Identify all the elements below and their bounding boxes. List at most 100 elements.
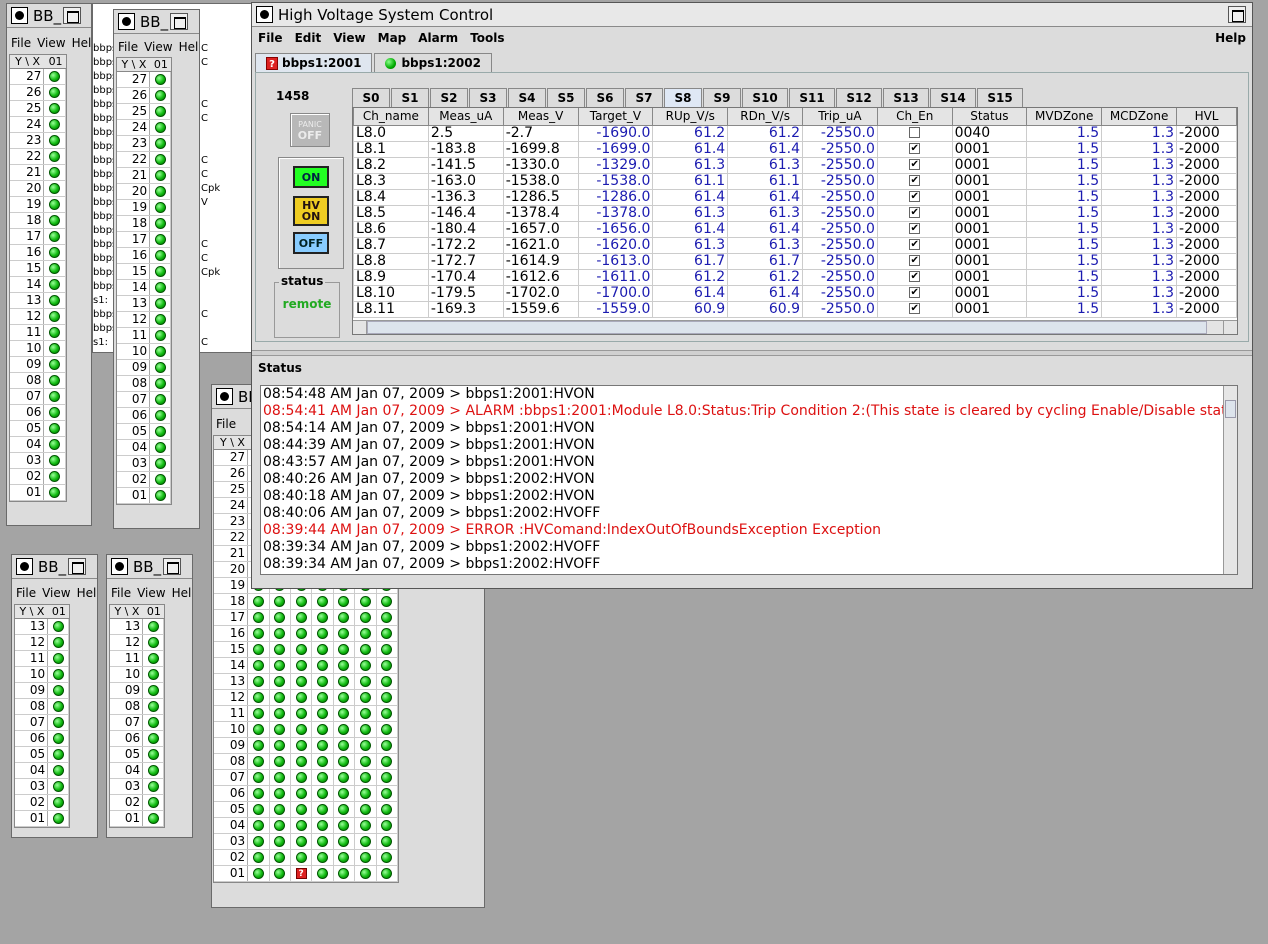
grid-cell[interactable] [44,149,66,164]
grid-cell[interactable] [377,674,398,689]
grid-cell[interactable] [270,594,291,609]
grid-cell[interactable] [334,706,356,721]
grid-cell[interactable] [334,690,356,705]
column-header[interactable]: Ch_name [353,108,429,126]
grid-cell[interactable] [312,706,334,721]
tab-s7[interactable]: S7 [625,88,663,107]
grid-cell[interactable] [355,770,377,785]
table-row[interactable]: L8.9 -170.4 -1612.6 -1611.0 61.2 61.2 -2550.0 ✔… [353,268,1237,286]
grid-cell[interactable] [150,104,171,119]
menu-view[interactable]: View [333,31,365,45]
grid-cell[interactable] [270,658,291,673]
grid-cell[interactable] [248,834,270,849]
grid-cell[interactable] [44,373,66,388]
menu-file[interactable]: File [11,36,31,50]
grid-cell[interactable] [44,197,66,212]
grid-cell[interactable] [377,770,398,785]
grid-cell[interactable]: ? [291,866,313,881]
table-cell[interactable]: ✔ [876,284,953,302]
grid-cell[interactable] [150,120,171,135]
menu-help[interactable]: Help [172,586,192,600]
grid-cell[interactable] [291,690,313,705]
grid-cell[interactable] [143,779,164,794]
grid-cell[interactable] [248,626,270,641]
grid-cell[interactable] [270,642,291,657]
horizontal-scrollbar[interactable] [353,320,1237,334]
grid-cell[interactable] [270,786,291,801]
table-cell[interactable]: ✔ [876,204,953,222]
grid-cell[interactable] [377,706,398,721]
column-header[interactable]: MCDZone [1101,108,1178,126]
tab-s9[interactable]: S9 [703,88,741,107]
grid-cell[interactable] [248,738,270,753]
grid-cell[interactable] [48,747,69,762]
tab-s15[interactable]: S15 [977,88,1023,107]
tab-bbps1-2002[interactable]: bbps1:2002 [374,53,492,72]
grid-cell[interactable] [312,642,334,657]
grid-cell[interactable] [150,248,171,263]
grid-cell[interactable] [248,594,270,609]
table-row[interactable]: L8.7 -172.2 -1621.0 -1620.0 61.3 61.3 -2550.0 ✔… [353,236,1237,254]
grid-cell[interactable] [270,610,291,625]
grid-cell[interactable] [248,850,270,865]
column-header[interactable]: Meas_uA [427,108,504,126]
grid-cell[interactable] [143,651,164,666]
grid-cell[interactable] [44,261,66,276]
grid-cell[interactable] [312,690,334,705]
grid-cell[interactable] [334,674,356,689]
grid-cell[interactable] [334,834,356,849]
grid-cell[interactable] [143,699,164,714]
grid-cell[interactable] [291,834,313,849]
menu-help[interactable]: Help [77,586,97,600]
maximize-icon[interactable] [1228,6,1246,23]
table-cell[interactable]: ✔ [876,236,953,254]
grid-cell[interactable] [291,818,313,833]
split-divider[interactable] [252,350,1252,356]
grid-cell[interactable] [143,667,164,682]
table-cell[interactable]: ✔ [876,252,953,270]
grid-cell[interactable] [248,674,270,689]
grid-cell[interactable] [355,802,377,817]
menu-help[interactable]: Help [72,36,91,50]
channel-enable-checkbox[interactable]: ✔ [909,223,921,234]
grid-cell[interactable] [143,795,164,810]
bb-window-4-titlebar[interactable]: BB_ [12,555,97,579]
grid-cell[interactable] [44,229,66,244]
table-row[interactable]: L8.2 -141.5 -1330.0 -1329.0 61.3 61.3 -2550.0 ✔… [353,156,1237,174]
column-header[interactable]: Trip_uA [802,108,878,126]
grid-cell[interactable] [44,485,66,500]
off-button[interactable]: OFF [293,232,329,254]
grid-cell[interactable] [270,690,291,705]
grid-cell[interactable] [377,754,398,769]
tab-s5[interactable]: S5 [547,88,585,107]
column-header[interactable]: Ch_En [876,108,953,126]
grid-cell[interactable] [334,610,356,625]
grid-cell[interactable] [312,754,334,769]
grid-cell[interactable] [377,818,398,833]
table-row[interactable]: L8.6 -180.4 -1657.0 -1656.0 61.4 61.4 -2550.0 ✔… [353,220,1237,238]
menu-help[interactable]: Help [179,40,199,54]
table-cell[interactable] [876,124,953,142]
grid-cell[interactable] [248,754,270,769]
table-cell[interactable]: ✔ [876,300,953,318]
grid-cell[interactable] [150,424,171,439]
grid-cell[interactable] [44,181,66,196]
grid-cell[interactable] [248,690,270,705]
grid-cell[interactable] [150,168,171,183]
table-cell[interactable]: ✔ [876,220,953,238]
menu-view[interactable]: View [137,586,165,600]
column-header[interactable]: Target_V [577,108,654,126]
table-row[interactable]: L8.4 -136.3 -1286.5 -1286.0 61.4 61.4 -2550.0 ✔… [353,188,1237,206]
grid-cell[interactable] [44,133,66,148]
grid-cell[interactable] [270,722,291,737]
menu-file[interactable]: File [16,586,36,600]
grid-cell[interactable] [150,200,171,215]
grid-cell[interactable] [143,731,164,746]
grid-cell[interactable] [48,715,69,730]
grid-cell[interactable] [291,738,313,753]
grid-cell[interactable] [143,619,164,634]
channel-enable-checkbox[interactable]: ✔ [909,239,921,250]
grid-cell[interactable] [270,802,291,817]
grid-cell[interactable] [377,610,398,625]
grid-cell[interactable] [150,376,171,391]
